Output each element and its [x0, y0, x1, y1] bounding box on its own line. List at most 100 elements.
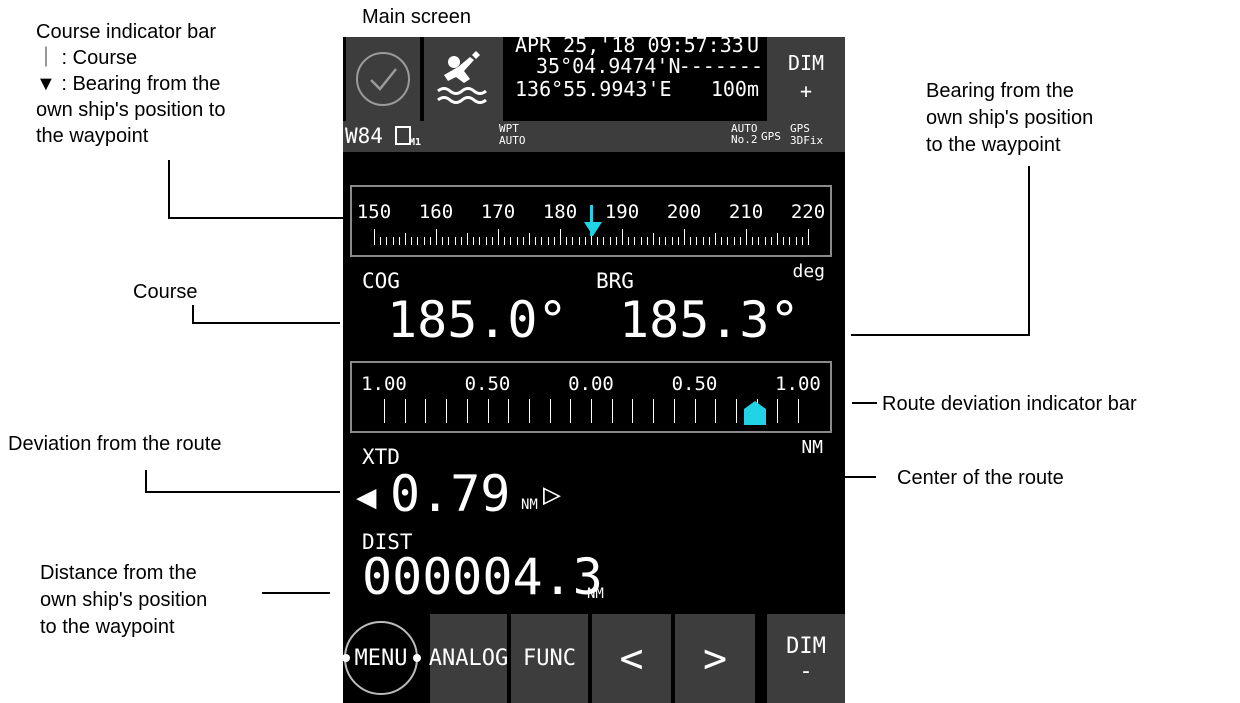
compass-tick	[665, 237, 667, 245]
compass-tick	[603, 237, 605, 245]
compass-tick	[510, 237, 512, 245]
compass-tick	[777, 233, 778, 245]
compass-tick	[628, 237, 630, 245]
func-button[interactable]: FUNC	[511, 614, 588, 703]
xtd-tick	[798, 399, 799, 423]
xtd-marker	[743, 401, 766, 425]
compass-tick-label: 190	[604, 201, 640, 223]
compass-tick	[783, 237, 785, 245]
analog-label: ANALOG	[428, 646, 509, 671]
wpt-mode: AUTO	[499, 134, 526, 147]
xtd-tick-label: 0.50	[671, 373, 718, 395]
compass-tick	[609, 237, 611, 245]
compass-tick	[770, 237, 772, 245]
xtd-tick	[632, 399, 634, 423]
compass-tick	[460, 237, 462, 245]
xtd-bar-unit: NM	[801, 437, 823, 458]
menu-button[interactable]: MENU	[343, 614, 425, 703]
center-route-caption: Center of the route	[897, 467, 1064, 489]
compass-tick	[442, 237, 444, 245]
status-bar: W84 M1 WPT AUTO AUTO No.2 GPS GPS 3DFix	[343, 121, 845, 152]
cog-value: 185.0°	[387, 291, 568, 349]
compass-tick	[560, 229, 561, 245]
compass-tick	[584, 237, 586, 245]
prev-label: <	[619, 635, 644, 682]
brg-label: BRG	[596, 269, 634, 293]
compass-tick-label: 200	[666, 201, 702, 223]
xtd-tick	[425, 399, 427, 423]
bearing-marker	[583, 222, 602, 236]
leader-line	[852, 402, 877, 404]
compass-tick	[690, 237, 692, 245]
compass-tick	[454, 237, 456, 245]
compass-tick	[386, 237, 388, 245]
dim-up-button[interactable]: DIM +	[767, 37, 845, 121]
xtd-tick	[508, 399, 510, 423]
confirm-button[interactable]	[346, 37, 420, 121]
route-deviation-bar-caption: Route deviation indicator bar	[882, 393, 1137, 415]
bearing-legend-line-3: the waypoint	[36, 125, 149, 147]
compass-tick	[448, 237, 450, 245]
memory-slot: M1	[409, 137, 422, 148]
dim-down-button[interactable]: DIM -	[767, 614, 845, 703]
dim-down-sign: -	[799, 658, 813, 684]
compass-tick-label: 160	[418, 201, 454, 223]
compass-tick	[405, 233, 406, 245]
compass-tick	[789, 237, 791, 245]
next-label: >	[702, 635, 728, 682]
compass-tick	[436, 229, 437, 245]
bearing-caption-line-1: Bearing from the	[926, 80, 1074, 102]
cog-label: COG	[362, 269, 400, 293]
compass-tick-label: 220	[790, 201, 826, 223]
compass-tick	[671, 237, 673, 245]
dist-value: 000004.3	[362, 548, 603, 606]
leader-line	[168, 160, 170, 218]
xtd-tick-label: 1.00	[775, 373, 821, 395]
compass-tick	[566, 237, 568, 245]
compass-tick	[615, 237, 617, 245]
compass-tick	[721, 237, 723, 245]
compass-tick	[380, 237, 382, 245]
dim-up-label: DIM	[787, 51, 825, 75]
check-circle-icon	[356, 52, 410, 106]
analog-button[interactable]: ANALOG	[428, 614, 509, 703]
compass-tick	[498, 229, 499, 245]
man-overboard-button[interactable]	[424, 37, 503, 121]
man-overboard-icon	[437, 51, 487, 104]
brg-value: 185.3°	[619, 291, 800, 349]
compass-tick	[752, 237, 754, 245]
compass-tick	[739, 237, 741, 245]
bearing-legend-line-1: ▼ : Bearing from the	[36, 73, 221, 95]
compass-tick	[547, 237, 549, 245]
compass-tick	[758, 237, 760, 245]
compass-tick	[715, 233, 716, 245]
xtd-tick	[653, 399, 655, 423]
xtd-right-arrow: ▷	[543, 477, 562, 512]
compass-tick	[702, 237, 704, 245]
distance-caption-line-2: own ship's position	[40, 589, 208, 611]
course-indicator-bar: 150 160 170 180 190 200 210 220	[350, 185, 832, 257]
compass-tick	[479, 237, 481, 245]
position-panel: APR 25,'18 09:57:33 U 35°04.9474'N -----…	[507, 37, 765, 121]
xtd-tick	[466, 399, 468, 423]
route-deviation-indicator-bar: 1.00 0.50 0.00 0.50 1.00	[350, 361, 832, 433]
prev-button[interactable]: <	[592, 614, 671, 703]
xtd-tick-label: 0.50	[464, 373, 511, 395]
compass-tick	[392, 237, 394, 245]
latitude-dash: -------	[678, 54, 763, 78]
compass-tick	[684, 229, 685, 245]
compass-tick	[634, 237, 636, 245]
xtd-tick	[570, 399, 572, 423]
leader-line	[192, 322, 340, 324]
leader-line	[1028, 166, 1030, 336]
xtd-value: 0.79	[390, 465, 511, 523]
compass-tick	[696, 237, 698, 245]
compass-tick	[374, 229, 375, 245]
next-button[interactable]: >	[675, 614, 755, 703]
menu-label: MENU	[354, 646, 408, 671]
xtd-tick	[715, 399, 717, 423]
latitude: 35°04.9474'N	[536, 54, 681, 78]
xtd-tick	[591, 399, 592, 423]
leader-line	[168, 217, 348, 219]
compass-tick-label: 180	[542, 201, 578, 223]
